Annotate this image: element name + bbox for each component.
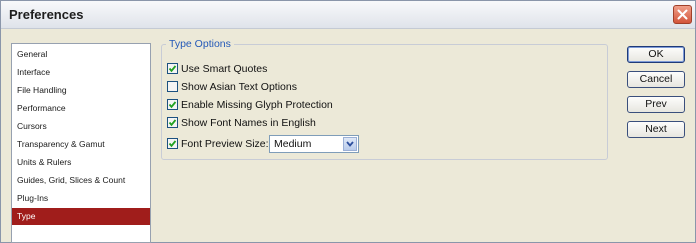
category-performance[interactable]: Performance	[12, 100, 150, 117]
category-file-handling[interactable]: File Handling	[12, 82, 150, 99]
checkmark-icon	[168, 119, 177, 127]
use-smart-quotes-label: Use Smart Quotes	[181, 63, 268, 75]
category-guides-grid-slices-count[interactable]: Guides, Grid, Slices & Count	[12, 172, 150, 189]
font-preview-size-option[interactable]: Font Preview Size:	[167, 137, 269, 151]
category-interface[interactable]: Interface	[12, 64, 150, 81]
category-general[interactable]: General	[12, 46, 150, 63]
preferences-dialog: Preferences General Interface File Handl…	[0, 0, 696, 243]
category-list: General Interface File Handling Performa…	[11, 43, 151, 243]
checkmark-icon	[168, 65, 177, 73]
chevron-down-icon	[346, 141, 354, 147]
checkmark-icon	[168, 101, 177, 109]
show-font-names-in-english-checkbox[interactable]	[167, 117, 178, 128]
show-asian-text-options-label: Show Asian Text Options	[181, 81, 297, 93]
close-icon	[677, 9, 688, 20]
category-type[interactable]: Type	[12, 208, 150, 225]
font-preview-size-label: Font Preview Size:	[181, 138, 269, 150]
close-button[interactable]	[673, 5, 692, 24]
prev-button[interactable]: Prev	[627, 96, 685, 113]
show-asian-text-options-checkbox[interactable]	[167, 81, 178, 92]
cancel-button[interactable]: Cancel	[627, 71, 685, 88]
window-title: Preferences	[9, 7, 84, 22]
title-bar: Preferences	[1, 1, 695, 29]
use-smart-quotes-checkbox[interactable]	[167, 63, 178, 74]
enable-missing-glyph-protection-label: Enable Missing Glyph Protection	[181, 99, 333, 111]
font-preview-size-select[interactable]: Medium	[269, 135, 359, 153]
category-units-rulers[interactable]: Units & Rulers	[12, 154, 150, 171]
category-cursors[interactable]: Cursors	[12, 118, 150, 135]
show-font-names-in-english-label: Show Font Names in English	[181, 117, 316, 129]
checkmark-icon	[168, 140, 177, 148]
next-button[interactable]: Next	[627, 121, 685, 138]
enable-missing-glyph-protection-option[interactable]: Enable Missing Glyph Protection	[167, 98, 333, 112]
enable-missing-glyph-protection-checkbox[interactable]	[167, 99, 178, 110]
category-plug-ins[interactable]: Plug-Ins	[12, 190, 150, 207]
show-asian-text-options-option[interactable]: Show Asian Text Options	[167, 80, 297, 94]
type-options-legend: Type Options	[166, 38, 234, 50]
dropdown-button[interactable]	[343, 137, 357, 151]
font-preview-size-checkbox[interactable]	[167, 138, 178, 149]
use-smart-quotes-option[interactable]: Use Smart Quotes	[167, 62, 267, 76]
ok-button[interactable]: OK	[627, 46, 685, 63]
font-preview-size-value: Medium	[274, 138, 312, 150]
show-font-names-in-english-option[interactable]: Show Font Names in English	[167, 116, 316, 130]
category-transparency-gamut[interactable]: Transparency & Gamut	[12, 136, 150, 153]
